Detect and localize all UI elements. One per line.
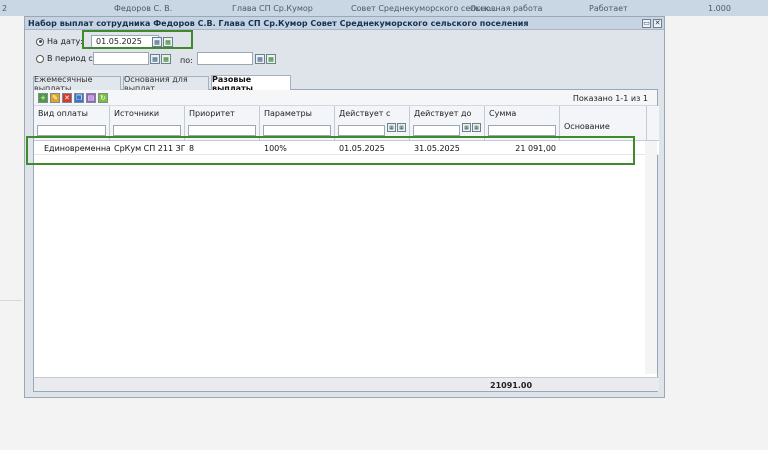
filter-valid-to[interactable]: [413, 125, 460, 136]
close-icon[interactable]: ✕: [653, 19, 662, 28]
calendar-picker-icon[interactable]: ▦: [397, 123, 406, 132]
filter-valid-from[interactable]: [338, 125, 385, 136]
delete-icon[interactable]: ✕: [62, 92, 72, 103]
bg-row-work-type: Основная работа: [470, 3, 543, 13]
on-date-radio[interactable]: [36, 37, 44, 46]
edit-icon[interactable]: ✎: [50, 92, 60, 103]
refresh-icon[interactable]: ↻: [98, 92, 108, 103]
period-from-picker-icon[interactable]: ▦: [161, 54, 171, 64]
bg-row-position: Глава СП Ср.Кумор: [232, 3, 313, 13]
tab-one-time-payments[interactable]: Разовые выплаты: [211, 75, 291, 93]
calendar-picker-icon[interactable]: ▦: [472, 123, 481, 132]
grid-toolbar: + ✎ ✕ ❐ ▤ ↻: [34, 90, 657, 106]
filter-parameters[interactable]: [263, 125, 331, 136]
date-highlight-box: [82, 30, 193, 49]
filter-sources[interactable]: [113, 125, 181, 136]
footer-total-sum: 21091.00: [490, 380, 533, 390]
bg-row-number: 2: [2, 3, 8, 13]
calendar-icon[interactable]: ▦: [462, 123, 471, 132]
on-date-label: На дату:: [47, 37, 83, 46]
background-separator: [0, 300, 22, 301]
payments-dialog: Набор выплат сотрудника Федоров С.В. Гла…: [24, 16, 665, 398]
restore-window-icon[interactable]: ▭: [642, 19, 651, 28]
filter-sum[interactable]: [488, 125, 556, 136]
dialog-window-buttons: ▭ ✕: [642, 19, 662, 28]
tab-payment-grounds[interactable]: Основания для выплат: [123, 75, 209, 93]
vertical-scrollbar[interactable]: [645, 141, 657, 374]
calendar-icon[interactable]: ▦: [387, 123, 396, 132]
print-icon[interactable]: ▤: [86, 92, 96, 103]
dialog-title: Набор выплат сотрудника Федоров С.В. Гла…: [25, 17, 664, 30]
copy-icon[interactable]: ❐: [74, 92, 84, 103]
filter-priority[interactable]: [188, 125, 256, 136]
period-label: В период с:: [47, 54, 96, 63]
period-to-input[interactable]: [197, 52, 253, 65]
bg-row-status: Работает: [589, 3, 628, 13]
bg-row-employee: Федоров С. В.: [114, 3, 173, 13]
pager-info: Показано 1-1 из 1: [572, 94, 648, 103]
period-option[interactable]: В период с:: [36, 54, 96, 63]
background-list-row[interactable]: 2 Федоров С. В. Глава СП Ср.Кумор Совет …: [0, 0, 768, 16]
add-icon[interactable]: +: [38, 92, 48, 103]
on-date-option[interactable]: На дату:: [36, 37, 83, 46]
row-highlight-box: [26, 136, 635, 165]
grid-footer: 21091.00: [34, 377, 659, 391]
bg-row-rate: 1.000: [708, 3, 731, 13]
period-from-calendar-icon[interactable]: ▦: [150, 54, 160, 64]
period-to-label: по:: [180, 56, 193, 65]
period-to-picker-icon[interactable]: ▦: [266, 54, 276, 64]
period-to-calendar-icon[interactable]: ▦: [255, 54, 265, 64]
period-radio[interactable]: [36, 54, 44, 63]
tab-strip: Ежемесячные выплаты Основания для выплат…: [33, 74, 658, 93]
tab-monthly-payments[interactable]: Ежемесячные выплаты: [33, 75, 121, 93]
period-from-input[interactable]: [93, 52, 149, 65]
filter-payment-type[interactable]: [37, 125, 106, 136]
